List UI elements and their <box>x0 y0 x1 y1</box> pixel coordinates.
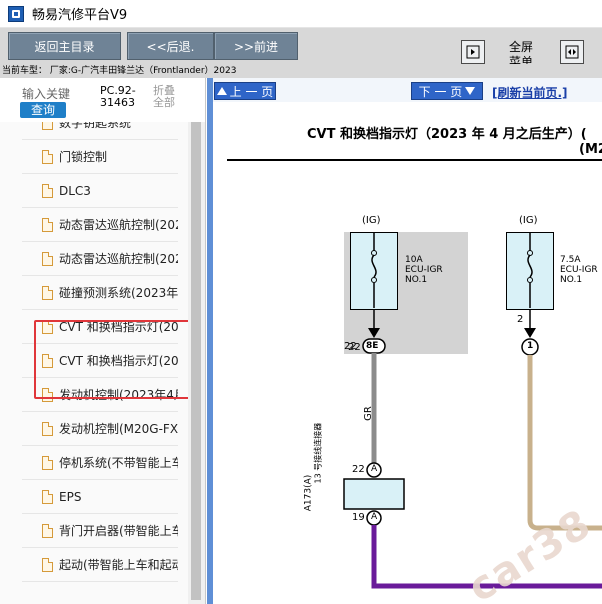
tree-item[interactable]: 动态雷达巡航控制(2023年 <box>22 242 178 276</box>
document-icon <box>42 149 53 164</box>
collapse-panel-button[interactable] <box>461 40 485 64</box>
vehicle-info: 当前车型： 厂家:G-广汽丰田锋兰达（Frontlander）2023 <box>0 64 602 78</box>
left-panel-header: 输入关键 查询 PC.92-31463 折叠全部 <box>0 78 205 122</box>
fuse2-output <box>524 310 536 338</box>
expand-panel-button[interactable] <box>560 40 584 64</box>
collapse-icon <box>466 45 480 59</box>
document-icon <box>42 285 53 300</box>
search-input[interactable]: 输入关键 <box>22 85 70 102</box>
tree-item[interactable]: 门锁控制 <box>22 140 178 174</box>
connector-letter-bottom: A <box>371 512 378 522</box>
wire-tan <box>527 355 602 531</box>
connector-pin-bottom: 19 <box>352 512 365 523</box>
home-button[interactable]: 返回主目录 <box>8 32 121 60</box>
back-button[interactable]: <<后退. <box>127 32 214 60</box>
search-button[interactable]: 查询 <box>20 102 66 118</box>
diagram-viewer: 上 一 页 下 一 页 [刷新当前页.] CVT 和换档指示灯（2023 年 4… <box>207 78 602 604</box>
title-bar: 畅易汽修平台V9 <box>0 0 602 28</box>
tree-item[interactable]: 数字钥匙系统 <box>22 122 178 140</box>
document-icon <box>42 421 53 436</box>
left-panel: 输入关键 查询 PC.92-31463 折叠全部 数字钥匙系统 门锁控制 DLC… <box>0 78 206 604</box>
tree-item[interactable]: 碰撞预测系统(2023年4 <box>22 276 178 310</box>
document-icon <box>42 557 53 572</box>
tree-item[interactable]: DLC3 <box>22 174 178 208</box>
tree-item[interactable]: 背门开启器(带智能上车 <box>22 514 178 548</box>
document-icon <box>42 523 53 538</box>
document-icon <box>42 251 53 266</box>
split-icon <box>565 45 579 59</box>
collapse-all-link[interactable]: 折叠全部 <box>153 85 179 109</box>
selection-highlight <box>34 320 199 399</box>
conn-1-label: 1 <box>527 341 534 351</box>
document-icon <box>42 183 53 198</box>
window-title: 畅易汽修平台V9 <box>32 8 128 23</box>
connector-pin-top: 22 <box>352 464 365 475</box>
wire-color-label: GR <box>362 406 374 421</box>
junction-connector <box>343 478 405 510</box>
document-icon <box>42 455 53 470</box>
tree-item[interactable]: 停机系统(不带智能上车 <box>22 446 178 480</box>
conn-8e-pin: 22 <box>344 341 357 352</box>
conn-8e-label: 8E <box>366 341 379 351</box>
doc-code: PC.92-31463 <box>100 84 136 109</box>
scrollbar-thumb[interactable] <box>191 122 201 600</box>
tree-item[interactable]: 发动机控制(M20G-FXS <box>22 412 178 446</box>
forward-button[interactable]: >>前进 <box>214 32 298 60</box>
app-icon <box>8 5 24 22</box>
tree-item[interactable]: 起动(带智能上车和起动 <box>22 548 178 582</box>
document-icon <box>42 489 53 504</box>
tree-item[interactable]: EPS <box>22 480 178 514</box>
document-icon <box>42 122 53 130</box>
document-icon <box>42 217 53 232</box>
tree-item[interactable]: 动态雷达巡航控制(2023年 <box>22 208 178 242</box>
connector-name: 13 号接线连接器 <box>313 422 323 484</box>
connector-letter-top: A <box>371 464 378 474</box>
fuse1-output <box>368 310 380 338</box>
